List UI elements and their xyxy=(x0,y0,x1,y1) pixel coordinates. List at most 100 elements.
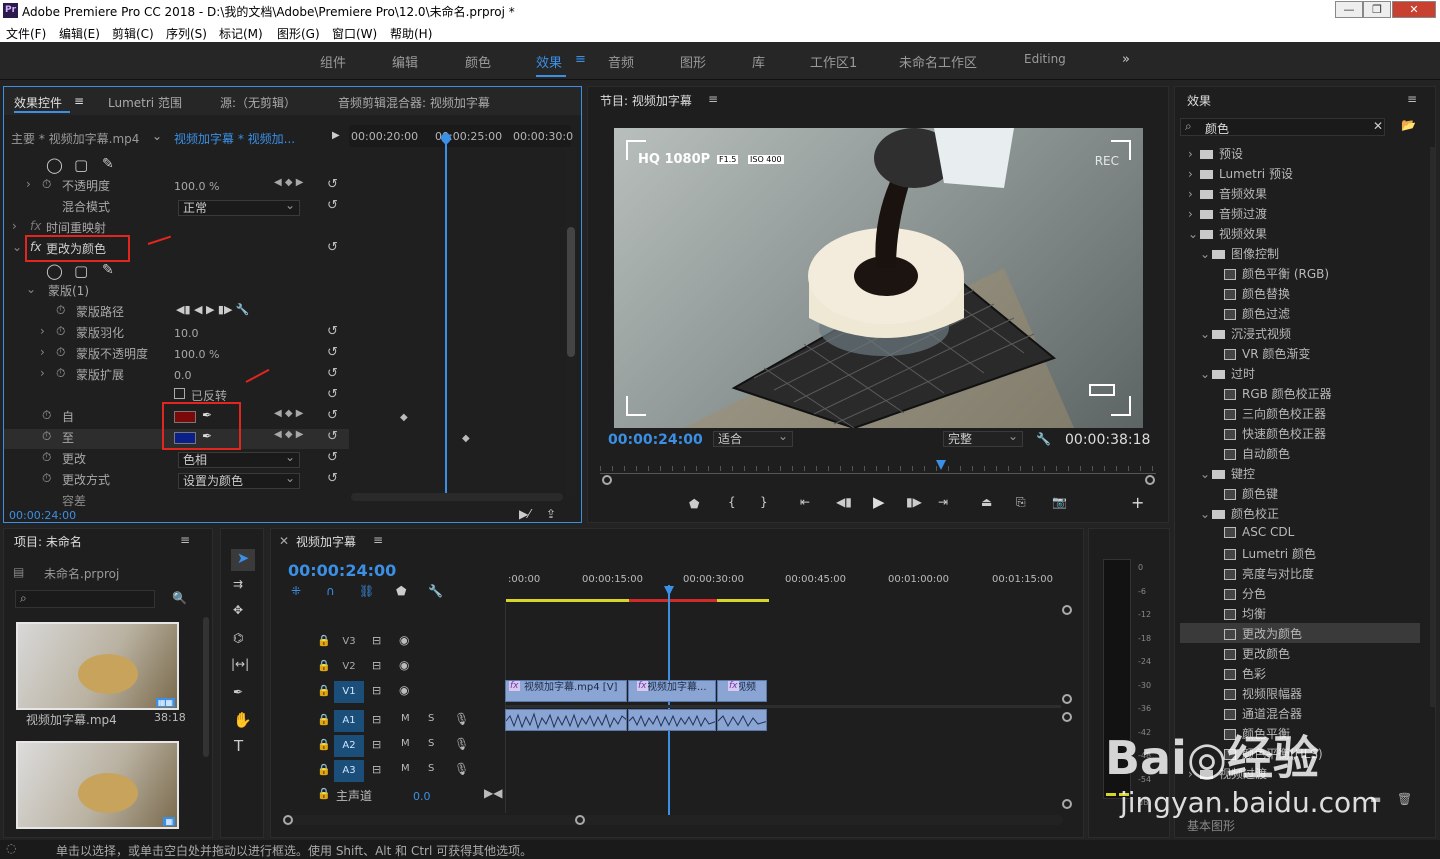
master-volume-value[interactable]: 0.0 xyxy=(413,790,431,803)
workspace-libraries[interactable]: 库 xyxy=(752,52,765,71)
effects-folder[interactable]: › 预设 xyxy=(1180,143,1420,163)
effects-item[interactable]: RGB 颜色校正器 xyxy=(1180,383,1420,403)
keyframe-nav-icon[interactable]: ◀ ◆ ▶ xyxy=(274,429,303,440)
reset-icon[interactable]: ↺ xyxy=(327,177,338,192)
export-frame-icon[interactable]: 📷 xyxy=(1052,495,1067,509)
export-icon[interactable]: ⇪ xyxy=(546,507,556,521)
effects-item[interactable]: 更改为颜色 xyxy=(1180,623,1420,643)
menu-marker[interactable]: 标记(M) xyxy=(219,25,263,42)
effects-item[interactable]: 颜色过滤 xyxy=(1180,303,1420,323)
effects-item[interactable]: Lumetri 颜色 xyxy=(1180,543,1420,563)
sync-lock-icon[interactable]: ⊟ xyxy=(372,684,381,697)
sequence-clip-label[interactable]: 视频加字幕 * 视频加... xyxy=(174,130,295,147)
change-dropdown[interactable]: 色相 xyxy=(178,450,300,468)
effects-item[interactable]: 颜色键 xyxy=(1180,483,1420,503)
chevron-down-icon[interactable]: ⌄ xyxy=(1200,467,1212,481)
close-icon[interactable]: ✕ xyxy=(1392,1,1436,18)
timeline-v-scrollbar[interactable] xyxy=(1062,601,1072,816)
add-marker-icon[interactable]: ⬟ xyxy=(396,584,406,598)
workspace-graphics[interactable]: 图形 xyxy=(680,52,706,71)
solo-icon[interactable]: S xyxy=(428,763,434,774)
track-target-a3[interactable]: A3 xyxy=(334,760,364,782)
clip-name[interactable]: 视频加字幕.mp4 xyxy=(26,711,117,728)
keyframe-nav-icon[interactable]: ◀ ◆ ▶ xyxy=(274,408,303,419)
audio-clip[interactable] xyxy=(628,709,716,731)
clip-dropdown-icon[interactable]: ⌄ xyxy=(152,129,162,143)
effects-scrollbar[interactable] xyxy=(1430,147,1435,707)
eye-icon[interactable]: ◉ xyxy=(399,683,409,697)
inverted-checkbox[interactable] xyxy=(174,388,185,399)
workspace-menu-icon[interactable]: ≡ xyxy=(575,52,586,67)
solo-icon[interactable]: S xyxy=(428,738,434,749)
linked-selection-icon[interactable]: ⛓ xyxy=(359,584,374,598)
workspace-1[interactable]: 工作区1 xyxy=(810,52,857,71)
effects-item[interactable]: 色彩 xyxy=(1180,663,1420,683)
tab-lumetri-scopes[interactable]: Lumetri 范围 xyxy=(108,94,182,111)
reset-icon[interactable]: ↺ xyxy=(327,387,338,402)
lock-icon[interactable]: 🔒 xyxy=(317,634,331,647)
ripple-edit-tool-icon[interactable]: ✥ xyxy=(233,603,243,617)
find-icon[interactable]: 🔍 xyxy=(172,591,187,605)
video-clip[interactable]: 视频加字幕.mp4 [V] xyxy=(505,680,627,702)
eye-icon[interactable]: ◉ xyxy=(399,633,409,647)
track-target-a1[interactable]: A1 xyxy=(334,710,364,732)
mark-out-icon[interactable]: } xyxy=(760,495,768,509)
go-to-in-icon[interactable]: ⇤ xyxy=(800,495,810,509)
chevron-down-icon[interactable]: ⌄ xyxy=(1200,327,1212,341)
chevron-right-icon[interactable]: › xyxy=(1188,187,1200,201)
new-bin-icon[interactable]: 📂 xyxy=(1401,118,1416,132)
ec-scrollbar[interactable] xyxy=(566,147,576,497)
expand-chevron-icon[interactable]: › xyxy=(12,219,17,233)
expand-chevron-icon[interactable]: › xyxy=(40,345,45,359)
panel-menu-icon[interactable]: ≡ xyxy=(373,533,383,547)
chevron-down-icon[interactable]: ⌄ xyxy=(1200,507,1212,521)
track-target-v1[interactable]: V1 xyxy=(334,681,364,703)
stopwatch-icon[interactable]: ⏱ xyxy=(56,303,65,318)
workspace-editing[interactable]: 编辑 xyxy=(392,52,418,71)
eye-icon[interactable]: ◉ xyxy=(399,658,409,672)
effects-folder[interactable]: ⌄ 图像控制 xyxy=(1180,243,1420,263)
track-target-v3[interactable]: V3 xyxy=(334,631,364,653)
stopwatch-active-icon[interactable]: ⏱ xyxy=(42,429,51,444)
clear-search-icon[interactable]: ✕ xyxy=(1373,119,1383,133)
menu-clip[interactable]: 剪辑(C) xyxy=(112,25,154,42)
pen-mask-icon[interactable]: ✎ xyxy=(102,262,114,278)
workspace-audio[interactable]: 音频 xyxy=(608,52,634,71)
expand-chevron-icon[interactable]: › xyxy=(40,324,45,338)
mute-icon[interactable]: M xyxy=(401,763,410,774)
scroll-handle[interactable] xyxy=(1145,475,1155,485)
reset-icon[interactable]: ↺ xyxy=(327,366,338,381)
rect-mask-icon[interactable]: ▢ xyxy=(74,262,88,280)
lock-icon[interactable]: 🔒 xyxy=(317,659,331,672)
stopwatch-icon[interactable]: ⏱ xyxy=(56,345,65,360)
menu-window[interactable]: 窗口(W) xyxy=(332,25,377,42)
collapse-chevron-icon[interactable]: ⌄ xyxy=(26,282,36,296)
step-forward-icon[interactable]: ▮▶ xyxy=(906,495,922,509)
effects-item[interactable]: 均衡 xyxy=(1180,603,1420,623)
timeline-settings-icon[interactable]: 🔧 xyxy=(428,584,443,598)
blend-mode-dropdown[interactable]: 正常 xyxy=(178,198,300,216)
effects-item[interactable]: 自动颜色 xyxy=(1180,443,1420,463)
expand-chevron-icon[interactable]: › xyxy=(40,366,45,380)
extract-icon[interactable]: ⎘ xyxy=(1016,495,1026,510)
project-search-input[interactable]: ⌕ xyxy=(15,590,155,608)
solo-icon[interactable]: S xyxy=(428,713,434,724)
slip-tool-icon[interactable]: |↔| xyxy=(231,657,249,671)
reset-icon[interactable]: ↺ xyxy=(327,471,338,486)
rect-mask-icon[interactable]: ▢ xyxy=(74,156,88,174)
add-marker-icon[interactable]: ⬟ xyxy=(689,497,699,511)
effects-folder[interactable]: ⌄ 视频效果 xyxy=(1180,223,1420,243)
audio-clip[interactable] xyxy=(717,709,767,731)
menu-file[interactable]: 文件(F) xyxy=(6,25,46,42)
panel-menu-icon[interactable]: ≡ xyxy=(74,94,84,108)
menu-sequence[interactable]: 序列(S) xyxy=(166,25,207,42)
sync-lock-icon[interactable]: ⊟ xyxy=(372,763,381,776)
step-back-icon[interactable]: ◀▮ xyxy=(836,495,852,509)
menu-graphics[interactable]: 图形(G) xyxy=(277,25,320,42)
sequence-thumbnail[interactable]: ▦ xyxy=(16,741,179,829)
settings-wrench-icon[interactable]: 🔧 xyxy=(1036,432,1051,446)
track-target-v2[interactable]: V2 xyxy=(334,656,364,678)
sequence-tab[interactable]: 视频加字幕 xyxy=(296,533,356,550)
maximize-icon[interactable]: ❐ xyxy=(1363,1,1391,18)
microphone-icon[interactable]: 🎙 xyxy=(454,737,469,751)
